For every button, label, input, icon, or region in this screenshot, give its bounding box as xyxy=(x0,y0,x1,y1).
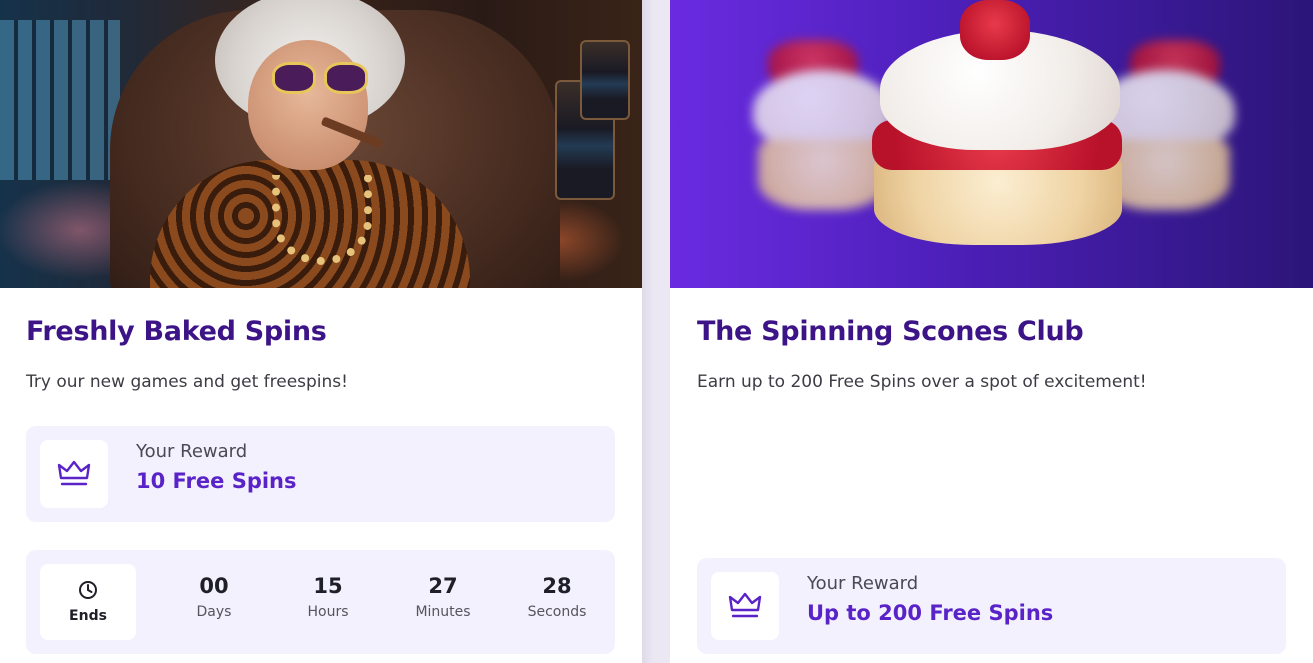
minutes-value: 27 xyxy=(428,574,458,598)
days-value: 00 xyxy=(199,574,229,598)
seconds-value: 28 xyxy=(542,574,572,598)
reward-label: Your Reward xyxy=(807,573,919,594)
reward-value: 10 Free Spins xyxy=(136,469,297,493)
hours-unit: Hours xyxy=(307,604,349,620)
promotion-description: Try our new games and get freespins! xyxy=(26,372,348,392)
reward-panel: Your Reward Up to 200 Free Spins xyxy=(697,558,1286,654)
card-gap xyxy=(642,0,670,663)
promotion-title: Freshly Baked Spins xyxy=(26,316,327,347)
countdown-seconds: 28 Seconds xyxy=(512,574,602,620)
ends-label: Ends xyxy=(69,608,107,624)
countdown-days: 00 Days xyxy=(169,574,259,620)
ends-badge: Ends xyxy=(40,564,136,640)
countdown-hours: 15 Hours xyxy=(283,574,373,620)
days-unit: Days xyxy=(196,604,232,620)
promotion-description: Earn up to 200 Free Spins over a spot of… xyxy=(697,372,1147,392)
crown-icon xyxy=(40,440,108,508)
reward-panel: Your Reward 10 Free Spins xyxy=(26,426,615,522)
minutes-unit: Minutes xyxy=(415,604,471,620)
hours-value: 15 xyxy=(313,574,343,598)
promotion-image-scones xyxy=(670,0,1313,288)
reward-label: Your Reward xyxy=(136,441,248,462)
reward-value: Up to 200 Free Spins xyxy=(807,601,1054,625)
promotion-title: The Spinning Scones Club xyxy=(697,316,1084,347)
promotion-card-spinning-scones-club[interactable]: The Spinning Scones Club Earn up to 200 … xyxy=(670,0,1313,663)
promotion-card-freshly-baked-spins[interactable]: Freshly Baked Spins Try our new games an… xyxy=(0,0,642,663)
seconds-unit: Seconds xyxy=(527,604,587,620)
countdown-minutes: 27 Minutes xyxy=(398,574,488,620)
countdown-timer: Ends 00 Days 15 Hours 27 Minutes 28 Seco… xyxy=(26,550,615,654)
clock-icon xyxy=(79,581,97,599)
promotion-image-casino-grandma xyxy=(0,0,642,288)
crown-icon xyxy=(711,572,779,640)
